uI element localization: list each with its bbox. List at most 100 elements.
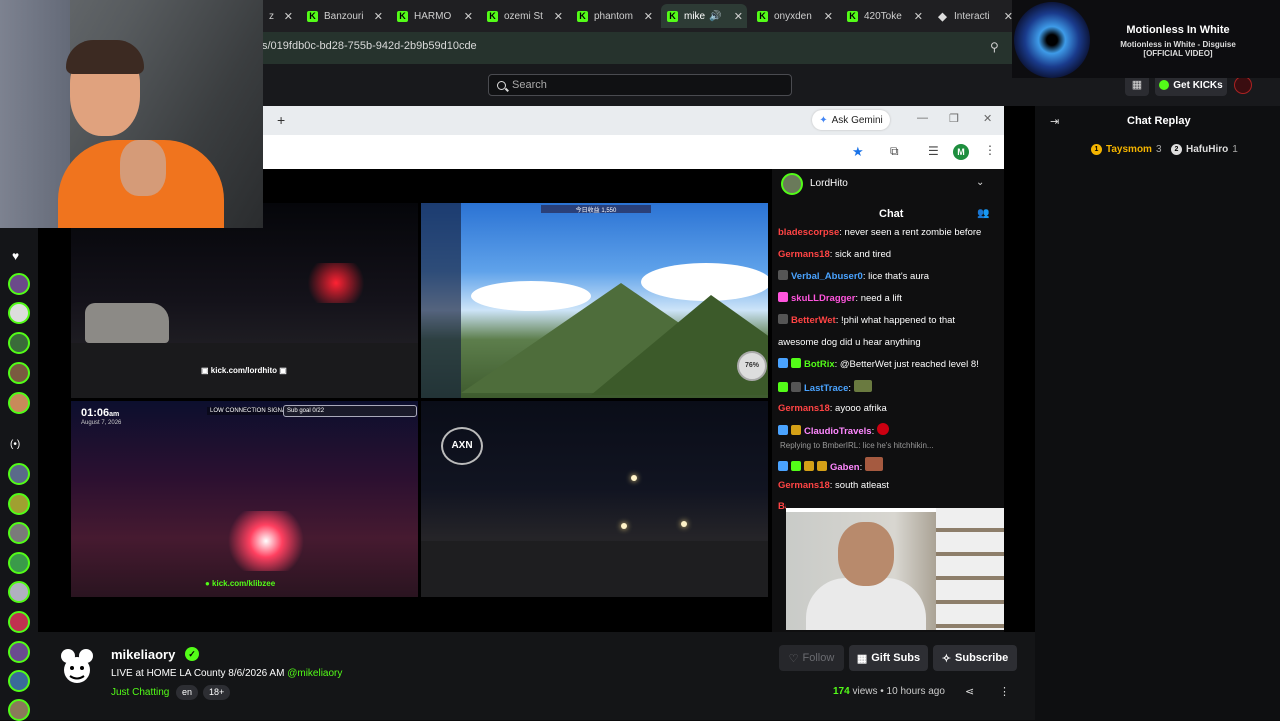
heart-outline-icon: ♡ bbox=[788, 652, 799, 665]
overlay-time-value: 01:06 bbox=[81, 407, 110, 419]
badge-icon bbox=[778, 358, 788, 368]
badge-icon bbox=[817, 461, 827, 471]
sidebar-channel-avatar[interactable] bbox=[8, 463, 30, 485]
tab-6[interactable]: Konyxden ✕ bbox=[751, 4, 837, 28]
sidebar-channel-avatar[interactable] bbox=[8, 611, 30, 633]
kicks-coin-icon bbox=[1159, 80, 1170, 90]
category-link[interactable]: Just Chatting bbox=[111, 687, 169, 698]
url-text[interactable]: s/019fdb0c-bd28-755b-942d-2b9b59d10cde bbox=[262, 40, 477, 52]
inner-maximize-icon: ❐ bbox=[949, 113, 959, 125]
search-icon bbox=[497, 80, 506, 90]
feed-mountain: 今日收益 1,550 76% bbox=[421, 203, 768, 398]
close-icon[interactable]: ✕ bbox=[644, 10, 653, 23]
sidebar-channel-avatar[interactable] bbox=[8, 522, 30, 544]
tab-0[interactable]: z ✕ bbox=[263, 4, 297, 28]
follow-button[interactable]: ♡ Follow bbox=[779, 645, 844, 671]
live-channels-icon[interactable]: (•) bbox=[10, 439, 20, 450]
gifter-name: HafuHiro bbox=[1186, 144, 1229, 155]
tag-mature[interactable]: 18+ bbox=[203, 685, 231, 700]
feed-watermark: ▣ kick.com/lordhito ▣ bbox=[201, 366, 287, 375]
search-input[interactable]: Search bbox=[488, 74, 792, 96]
subscribe-button[interactable]: ✧ Subscribe bbox=[933, 645, 1017, 671]
overlay-date: August 7, 2026 bbox=[81, 420, 122, 426]
badge-icon bbox=[778, 382, 788, 392]
chat-text: need a lift bbox=[860, 293, 902, 304]
chat-replay-title: Chat Replay bbox=[1127, 115, 1191, 127]
shelf bbox=[936, 508, 1004, 630]
close-icon[interactable]: ✕ bbox=[824, 10, 833, 23]
chat-message: Germans18: south atleast bbox=[778, 480, 889, 491]
close-icon[interactable]: ✕ bbox=[914, 10, 923, 23]
sidebar-channel-avatar[interactable] bbox=[8, 392, 30, 414]
chat-text: sick and tired bbox=[835, 249, 892, 260]
sub-goal-bar: Sub goal 0/22 bbox=[283, 405, 417, 417]
close-icon[interactable]: ✕ bbox=[734, 10, 743, 23]
feed-watermark: ● kick.com/klibzee bbox=[205, 579, 276, 588]
sidebar-channel-avatar[interactable] bbox=[8, 552, 30, 574]
verified-icon: ✓ bbox=[185, 647, 199, 661]
top-gifter[interactable]: 1 Taysmom 3 bbox=[1091, 144, 1162, 155]
overlay-time-ampm: am bbox=[109, 411, 120, 418]
gift-subs-button[interactable]: ▦ Gift Subs bbox=[849, 645, 928, 671]
sidebar-channel-avatar[interactable] bbox=[8, 670, 30, 692]
close-icon[interactable]: ✕ bbox=[284, 10, 293, 23]
sidebar-channel-avatar[interactable] bbox=[8, 302, 30, 324]
album-art bbox=[1014, 2, 1090, 78]
collapse-chat-icon[interactable]: ⇥ bbox=[1050, 115, 1059, 128]
user-avatar[interactable] bbox=[1234, 76, 1252, 94]
speaker-icon[interactable]: 🔊 bbox=[709, 11, 721, 22]
kick-icon: K bbox=[397, 10, 408, 22]
tab-3[interactable]: Kozemi St ✕ bbox=[481, 4, 567, 28]
chat-username: Badenzer bbox=[778, 501, 786, 512]
chat-username: Germans18 bbox=[778, 249, 830, 260]
stream-title-mention[interactable]: @mikeliaory bbox=[287, 668, 342, 679]
ask-gemini-label: Ask Gemini bbox=[831, 114, 883, 126]
close-icon[interactable]: ✕ bbox=[464, 10, 473, 23]
chat-text: never seen a rent zombie before bbox=[844, 227, 982, 238]
sparkle-icon: ✧ bbox=[941, 652, 952, 665]
more-options-icon[interactable]: ⋮ bbox=[999, 685, 1010, 698]
streetlight bbox=[631, 475, 637, 481]
zoom-icon[interactable]: ⚲ bbox=[990, 40, 999, 54]
light-flare bbox=[221, 511, 311, 571]
feed-night-street: ▣ kick.com/lordhito ▣ bbox=[71, 203, 418, 398]
parked-car bbox=[85, 303, 169, 343]
search-placeholder: Search bbox=[512, 79, 547, 91]
gifter-count: 1 bbox=[1232, 144, 1238, 155]
sidebar-channel-avatar[interactable] bbox=[8, 332, 30, 354]
badge-icon bbox=[778, 425, 788, 435]
sidebar-channel-avatar[interactable] bbox=[8, 362, 30, 384]
hud-top-text: 今日收益 1,550 bbox=[541, 205, 651, 214]
share-icon[interactable]: ⋖ bbox=[965, 685, 974, 698]
sidebar-channel-avatar[interactable] bbox=[8, 581, 30, 603]
top-gifter[interactable]: 2 HafuHiro 1 bbox=[1171, 144, 1238, 155]
tab-1[interactable]: K Banzouri ✕ bbox=[301, 4, 387, 28]
sidebar-channel-avatar[interactable] bbox=[8, 641, 30, 663]
chat-message: BotRix: @BetterWet just reached level 8! bbox=[778, 358, 1000, 371]
tab-8[interactable]: ◆ Interacti ✕ bbox=[931, 4, 1017, 28]
channel-avatar[interactable] bbox=[58, 646, 96, 686]
channel-name[interactable]: mikeliaory bbox=[111, 647, 175, 662]
heart-icon[interactable]: ♥ bbox=[12, 249, 19, 263]
person-head bbox=[838, 522, 894, 586]
stream-title: LIVE at HOME LA County 8/6/2026 AM @mike… bbox=[111, 668, 342, 679]
overlay-time: 01:06am bbox=[81, 407, 119, 419]
subscribe-label: Subscribe bbox=[955, 652, 1009, 664]
users-icon: 👥 bbox=[977, 208, 990, 219]
sidebar-channel-avatar[interactable] bbox=[8, 699, 30, 721]
profile-avatar: M bbox=[953, 144, 969, 160]
tab-5-active[interactable]: Kmike 🔊 ✕ bbox=[661, 4, 747, 28]
sidebar-channel-avatar[interactable] bbox=[8, 273, 30, 295]
axn-logo: AXN bbox=[441, 427, 483, 465]
low-signal-badge: LOW CONNECTION SIGNAL bbox=[207, 407, 293, 415]
close-icon[interactable]: ✕ bbox=[374, 10, 383, 23]
close-icon[interactable]: ✕ bbox=[554, 10, 563, 23]
tab-7[interactable]: K 420Toke ✕ bbox=[841, 4, 927, 28]
sidebar-channel-avatar[interactable] bbox=[8, 493, 30, 515]
tag-language[interactable]: en bbox=[176, 685, 199, 700]
tab-2[interactable]: K HARMO ✕ bbox=[391, 4, 477, 28]
chat-username: Verbal_Abuser0 bbox=[791, 271, 863, 282]
kick-icon: K bbox=[307, 10, 318, 22]
inner-close-icon: ✕ bbox=[983, 113, 993, 125]
tab-4[interactable]: Kphantom ✕ bbox=[571, 4, 657, 28]
